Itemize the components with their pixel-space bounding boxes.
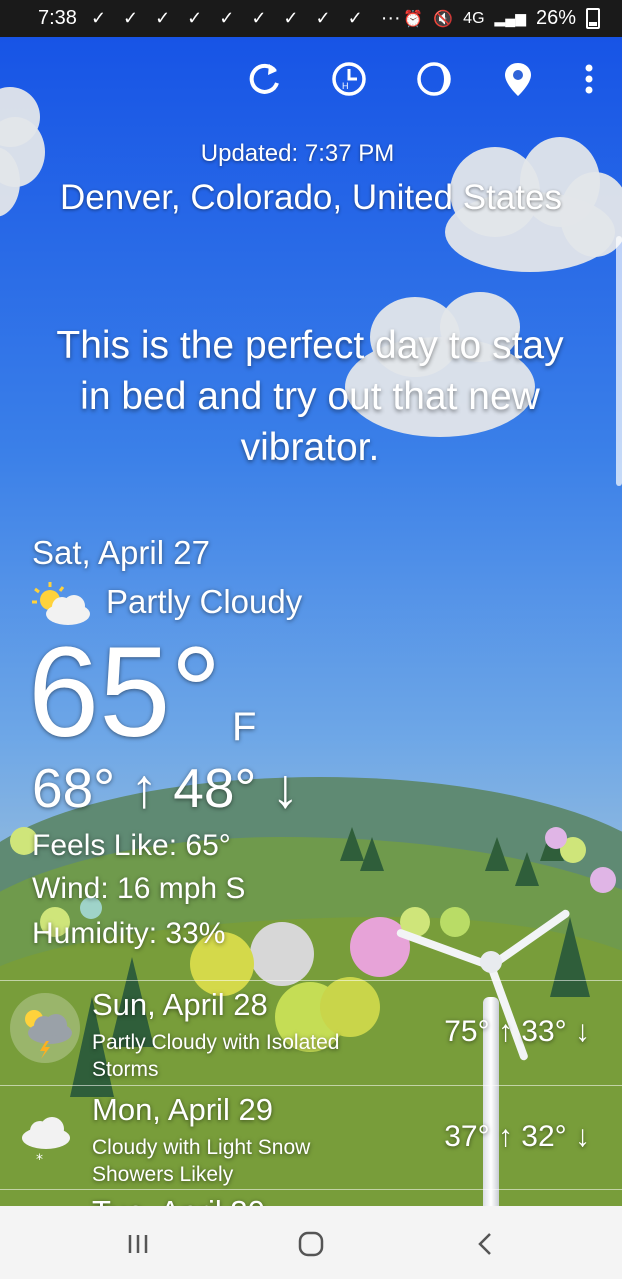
- humidity: Humidity: 33%: [32, 917, 226, 950]
- scroll-indicator: [616, 236, 622, 486]
- more-notifications-icon: ···: [380, 7, 401, 29]
- refresh-icon[interactable]: [240, 55, 288, 103]
- high-low: 68° ↑ 48° ↓: [32, 757, 300, 819]
- home-icon[interactable]: [281, 1224, 341, 1264]
- back-icon[interactable]: [456, 1224, 516, 1264]
- network-type: 4G: [463, 9, 485, 27]
- updated-time: Updated: 7:37 PM: [200, 140, 395, 167]
- status-time: 7:38: [38, 7, 77, 29]
- svg-text:H: H: [342, 81, 349, 91]
- recents-icon[interactable]: [108, 1224, 168, 1264]
- battery-percent: 26%: [535, 7, 576, 29]
- status-bar: 7:38 ✓ ✓ ✓ ✓ ✓ ✓ ✓ ✓ ✓ ··· ⏰ 🔇 4G ▂▄▆ 26…: [0, 0, 622, 37]
- signal-icon: ▂▄▆: [494, 10, 526, 26]
- temperature-unit: F: [232, 705, 257, 749]
- weather-quip: This is the perfect day to stay in bed a…: [56, 324, 564, 469]
- forecast-temps: 37° ↑ 32° ↓: [444, 1120, 590, 1153]
- status-right: ⏰ 🔇 4G ▂▄▆ 26%: [403, 7, 600, 30]
- notification-icons: ✓ ✓ ✓ ✓ ✓ ✓ ✓ ✓ ✓: [90, 8, 369, 28]
- forecast-day: Mon, April 29: [92, 1092, 273, 1127]
- forecast-day: Sun, April 28: [92, 987, 268, 1022]
- svg-text:*: *: [36, 1152, 43, 1168]
- navigation-bar: [0, 1206, 622, 1279]
- more-vert-icon[interactable]: [565, 55, 613, 103]
- partly-cloudy-storm-icon: [10, 993, 80, 1063]
- location-title[interactable]: Denver, Colorado, United States: [0, 178, 622, 218]
- forecast-description: Partly Cloudy with Isolated Storms: [92, 1031, 340, 1081]
- forecast-row[interactable]: Sun, April 28 Partly Cloudy with Isolate…: [0, 980, 622, 1085]
- mute-icon: 🔇: [433, 10, 454, 28]
- cloud-snow-icon: *: [10, 1098, 80, 1168]
- forecast-row[interactable]: * Mon, April 29 Cloudy with Light Snow S…: [0, 1085, 622, 1190]
- forecast-temps: 75° ↑ 33° ↓: [444, 1015, 590, 1048]
- current-temperature: 65°: [28, 621, 222, 764]
- alarm-icon: ⏰: [403, 10, 424, 28]
- moon-phase-icon[interactable]: [410, 55, 458, 103]
- current-condition: Partly Cloudy: [106, 583, 303, 620]
- wind: Wind: 16 mph S: [32, 872, 246, 905]
- location-pin-icon[interactable]: [494, 55, 542, 103]
- forecast-row[interactable]: Tue, April 30: [0, 1189, 622, 1207]
- forecast-description: Cloudy with Light Snow Showers Likely: [92, 1136, 311, 1186]
- current-date: Sat, April 27: [32, 534, 210, 571]
- history-icon[interactable]: H: [325, 55, 373, 103]
- toolbar: H: [0, 55, 622, 105]
- feels-like: Feels Like: 65°: [32, 829, 231, 862]
- battery-icon: [586, 8, 600, 29]
